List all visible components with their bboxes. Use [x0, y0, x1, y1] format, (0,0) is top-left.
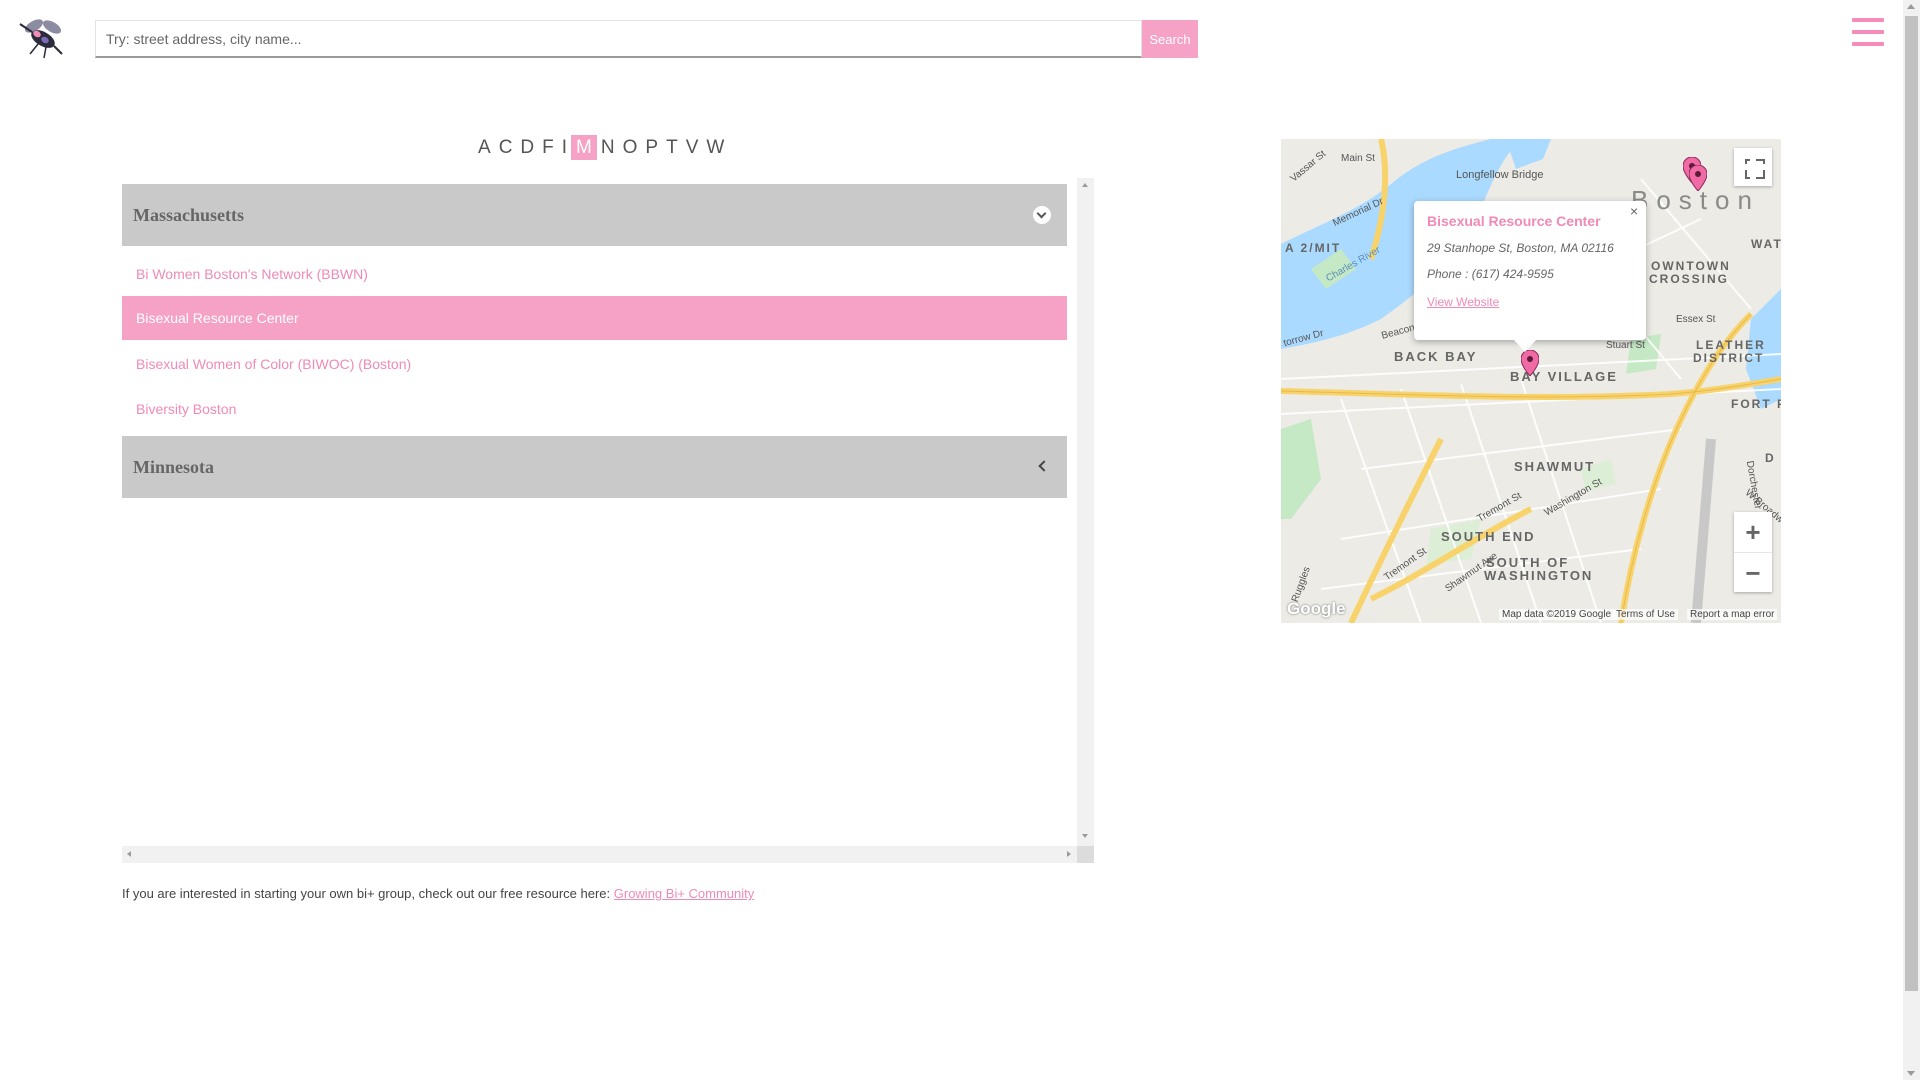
map-label: BACK BAY [1394, 349, 1478, 364]
letter-v[interactable]: V [682, 135, 703, 160]
map-label: FORT P [1731, 397, 1781, 411]
map-marker-icon[interactable] [1521, 350, 1539, 376]
letter-f[interactable]: F [538, 135, 558, 160]
map-label: SOUTH END [1441, 529, 1536, 544]
zoom-control: + − [1734, 512, 1772, 592]
group-item[interactable]: Bisexual Women of Color (BIWOC) (Boston) [122, 342, 1067, 386]
letter-i[interactable]: I [558, 135, 571, 160]
view-website-link[interactable]: View Website [1427, 295, 1499, 309]
list-vertical-scrollbar[interactable] [1077, 178, 1094, 846]
letter-m[interactable]: M [571, 135, 597, 160]
bee-logo-icon[interactable] [16, 14, 68, 60]
chevron-left-icon[interactable] [1038, 460, 1050, 472]
state-title: Massachusetts [133, 205, 244, 225]
growing-bi-community-link[interactable]: Growing Bi+ Community [614, 886, 755, 901]
info-window-address: 29 Stanhope St, Boston, MA 02116 [1427, 241, 1614, 255]
group-item[interactable]: Biversity Boston [122, 387, 1067, 431]
map-label: CROSSING [1649, 272, 1730, 286]
footer-note: If you are interested in starting your o… [122, 886, 754, 901]
state-title: Minnesota [133, 457, 214, 477]
map[interactable]: Main St Vassar St Longfellow Bridge Memo… [1281, 139, 1781, 623]
search-button[interactable]: Search [1142, 20, 1198, 58]
group-item[interactable]: Bi Women Boston's Network (BBWN) [122, 252, 1067, 296]
chevron-down-icon[interactable] [1033, 206, 1051, 224]
letter-a[interactable]: A [474, 135, 495, 160]
map-marker-icon[interactable] [1689, 165, 1707, 191]
map-label: D [1765, 451, 1776, 465]
search-bar: Search [95, 20, 1198, 58]
map-label: WASHINGTON [1484, 568, 1594, 583]
map-data-text: Map data ©2019 Google [1499, 609, 1615, 620]
map-label: Stuart St [1606, 340, 1645, 351]
page: Search A C D F I M N O P T V W Massachus… [0, 0, 1920, 1080]
letter-c[interactable]: C [495, 135, 517, 160]
hamburger-menu-icon[interactable] [1852, 18, 1884, 46]
letter-t[interactable]: T [662, 135, 682, 160]
map-label: SHAWMUT [1514, 459, 1596, 474]
map-info-window: × Bisexual Resource Center 29 Stanhope S… [1414, 201, 1646, 352]
map-label: DISTRICT [1693, 351, 1765, 365]
info-window-phone: Phone : (617) 424-9595 [1427, 267, 1554, 281]
map-label: LEATHER [1696, 338, 1766, 352]
map-label: A 2/MIT [1285, 241, 1342, 255]
zoom-out-button[interactable]: − [1734, 552, 1772, 592]
page-scrollbar[interactable] [1903, 0, 1920, 1080]
letter-p[interactable]: P [641, 135, 662, 160]
letter-o[interactable]: O [619, 135, 642, 160]
letter-w[interactable]: W [702, 135, 728, 160]
fullscreen-icon[interactable] [1734, 148, 1772, 186]
letter-n[interactable]: N [597, 135, 619, 160]
letter-d[interactable]: D [516, 135, 538, 160]
map-label: OWNTOWN [1651, 259, 1731, 273]
alphabet-filter: A C D F I M N O P T V W [474, 135, 728, 160]
report-map-error-link[interactable]: Report a map error [1687, 609, 1778, 620]
state-header-massachusetts[interactable]: Massachusetts [122, 184, 1067, 246]
state-header-minnesota[interactable]: Minnesota [122, 436, 1067, 498]
map-attribution: Map data ©2019 Google Terms of Use Repor… [1281, 607, 1781, 623]
map-label: Essex St [1676, 314, 1716, 325]
list-horizontal-scrollbar[interactable] [122, 846, 1077, 863]
map-label: Longfellow Bridge [1456, 169, 1544, 181]
footer-text: If you are interested in starting your o… [122, 886, 614, 901]
zoom-in-button[interactable]: + [1734, 512, 1772, 552]
scrollbar-corner [1077, 846, 1094, 863]
info-window-title: Bisexual Resource Center [1427, 213, 1601, 229]
search-input[interactable] [95, 20, 1142, 58]
page-scrollbar-thumb[interactable] [1905, 16, 1918, 991]
terms-of-use-link[interactable]: Terms of Use [1613, 609, 1678, 620]
map-label: Main St [1341, 153, 1375, 164]
info-window-close-icon[interactable]: × [1630, 203, 1638, 219]
group-item-selected[interactable]: Bisexual Resource Center [122, 296, 1067, 340]
map-label: WATE [1751, 237, 1781, 251]
